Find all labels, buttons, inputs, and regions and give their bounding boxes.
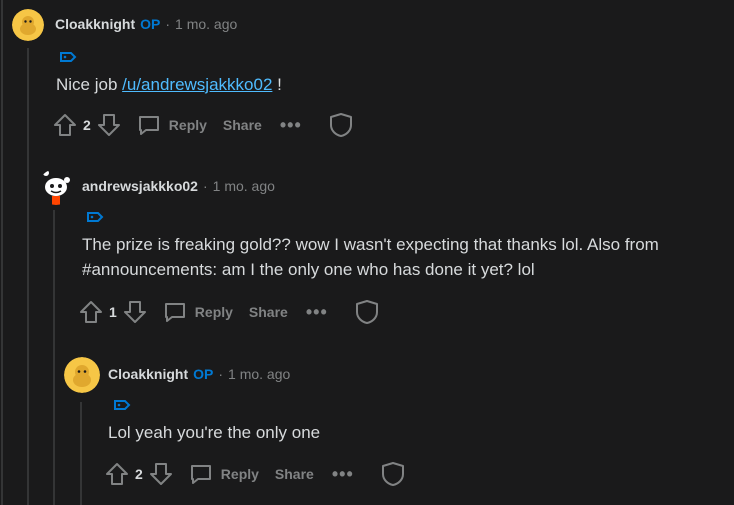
reply-button[interactable]: Reply xyxy=(189,462,259,486)
award-shield-icon[interactable] xyxy=(328,112,354,138)
upvote-icon[interactable] xyxy=(53,113,77,137)
vote-count: 2 xyxy=(135,466,143,482)
comment-actions: 2 Reply Share ••• xyxy=(53,110,354,140)
avatar[interactable] xyxy=(64,357,100,393)
separator-dot: · xyxy=(218,366,224,382)
comment-bubble-icon xyxy=(138,116,159,135)
comment-author[interactable]: andrewsjakkko02 xyxy=(82,178,198,194)
more-options-button[interactable]: ••• xyxy=(280,115,302,136)
reply-button[interactable]: Reply xyxy=(137,113,207,137)
user-mention-link[interactable]: /u/andrewsjakkko02 xyxy=(122,75,272,94)
downvote-icon[interactable] xyxy=(97,113,121,137)
thread-line[interactable] xyxy=(1,0,3,505)
comment-timestamp[interactable]: 1 mo. ago xyxy=(213,178,275,194)
downvote-icon[interactable] xyxy=(149,462,173,486)
flair-tag-icon xyxy=(114,400,131,410)
thread-line[interactable] xyxy=(27,48,29,505)
vote-count: 2 xyxy=(83,117,91,133)
separator-dot: · xyxy=(202,178,208,194)
award-shield-icon[interactable] xyxy=(380,461,406,487)
comment-body: Nice job /u/andrewsjakkko02 ! xyxy=(56,72,282,97)
comment-author[interactable]: Cloakknight xyxy=(108,366,188,382)
share-button[interactable]: Share xyxy=(223,117,262,133)
downvote-icon[interactable] xyxy=(123,300,147,324)
separator-dot: · xyxy=(165,16,171,32)
avatar[interactable] xyxy=(12,9,44,41)
flair-tag-icon xyxy=(87,212,104,222)
upvote-icon[interactable] xyxy=(79,300,103,324)
comment-bubble-icon xyxy=(190,465,211,484)
comment-text: Nice job xyxy=(56,75,123,94)
upvote-icon[interactable] xyxy=(105,462,129,486)
comment-body: Lol yeah you're the only one xyxy=(108,423,321,442)
vote-count: 1 xyxy=(109,304,117,320)
flair-tag-icon xyxy=(60,52,77,62)
comment-author[interactable]: Cloakknight xyxy=(55,16,135,32)
avatar[interactable] xyxy=(38,169,74,205)
comment-actions: 1 Reply Share ••• xyxy=(79,297,380,327)
thread-line[interactable] xyxy=(53,210,55,505)
award-shield-icon[interactable] xyxy=(354,299,380,325)
comment-bubble-icon xyxy=(164,303,185,322)
thread-line[interactable] xyxy=(80,402,82,505)
comment-timestamp[interactable]: 1 mo. ago xyxy=(175,16,237,32)
comment-timestamp[interactable]: 1 mo. ago xyxy=(228,366,290,382)
comment-thread: Cloakknight OP · 1 mo. ago Nice job /u/a… xyxy=(0,0,734,505)
reply-label: Reply xyxy=(168,117,207,133)
reply-label: Reply xyxy=(220,466,259,482)
comment-text: ! xyxy=(272,75,282,94)
comment-text-line: #announcements: am I the only one who ha… xyxy=(82,260,535,279)
op-badge: OP xyxy=(193,366,214,382)
more-options-button[interactable]: ••• xyxy=(306,302,328,323)
share-button[interactable]: Share xyxy=(275,466,314,482)
comment-body: The prize is freaking gold?? wow I wasn'… xyxy=(82,232,659,282)
share-button[interactable]: Share xyxy=(249,304,288,320)
more-options-button[interactable]: ••• xyxy=(332,464,354,485)
op-badge: OP xyxy=(140,16,161,32)
comment-text-line: The prize is freaking gold?? wow I wasn'… xyxy=(82,235,659,254)
reply-button[interactable]: Reply xyxy=(163,300,233,324)
comment-actions: 2 Reply Share ••• xyxy=(105,459,406,489)
reply-label: Reply xyxy=(194,304,233,320)
